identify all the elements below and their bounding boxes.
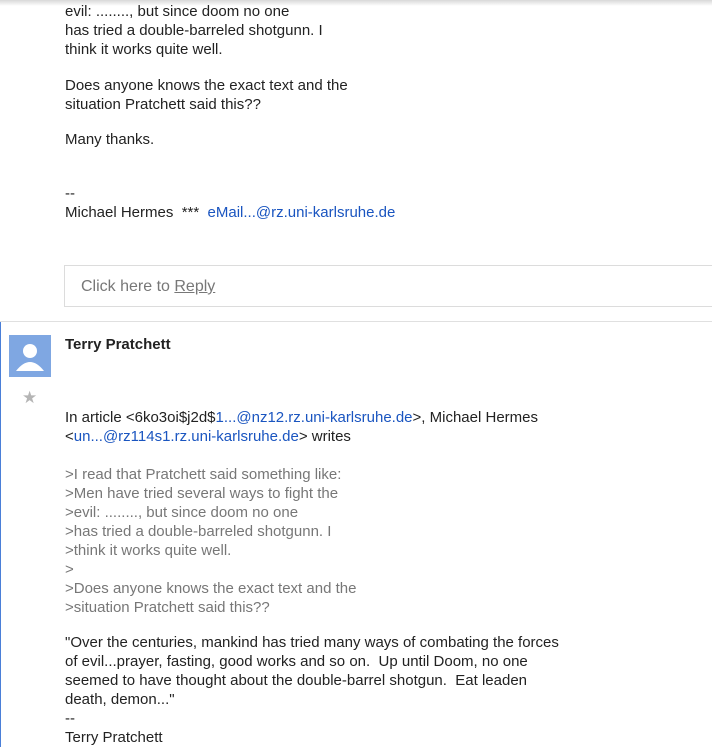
attribution-text: >, Michael Hermes [412,409,538,426]
person-avatar-graphic [16,344,44,371]
body-line: has tried a double-barreled shotgunn. I [65,22,323,39]
body-line: situation Pratchett said this?? [65,96,261,113]
quoted-line: >Does anyone knows the exact text and th… [65,580,357,597]
attribution-text: < [65,428,74,445]
signature-line: Michael Hermes *** eMail...@rz.uni-karls… [65,203,395,222]
body-line: death, demon..." [65,691,175,708]
signature-name: Michael Hermes *** [65,204,208,221]
author-email-link[interactable]: un...@rz114s1.rz.uni-karlsruhe.de [74,428,299,445]
star-icon[interactable]: ★ [22,388,37,408]
quoted-line: >I read that Pratchett said something li… [65,466,342,483]
body-line: evil: ........, but since doom no one [65,3,290,20]
quoted-line: > [65,561,74,578]
body-line: Does anyone knows the exact text and the [65,77,348,94]
attribution-text: In article <6ko3oi$j2d$ [65,409,216,426]
signature-email-link[interactable]: eMail...@rz.uni-karlsruhe.de [208,204,396,221]
quoted-line: >has tried a double-barreled shotgunn. I [65,523,332,540]
quoted-line: >evil: ........, but since doom no one [65,504,299,521]
quoted-line: >think it works quite well. [65,542,232,559]
quoted-line: >Men have tried several ways to fight th… [65,485,339,502]
message-divider [0,321,712,322]
reply-link[interactable]: Reply [174,278,215,295]
message-author: Terry Pratchett [65,336,171,353]
quoted-line: >situation Pratchett said this?? [65,599,270,616]
body-line: "Over the centuries, mankind has tried m… [65,634,559,651]
reply-prefix: Click here to [81,278,175,295]
body-line: of evil...prayer, fasting, good works an… [65,653,528,670]
message-id-link[interactable]: 1...@nz12.rz.uni-karlsruhe.de [216,409,413,426]
signature-dash: -- [65,185,75,202]
person-avatar-icon [9,335,51,377]
attribution-text: > writes [298,428,351,445]
body-line: Many thanks. [65,131,155,148]
attribution-line: <un...@rz114s1.rz.uni-karlsruhe.de> writ… [65,427,351,446]
signature-dash: -- [65,710,75,727]
reply-box[interactable]: Click here to Reply [64,265,712,307]
body-line: think it works quite well. [65,41,223,58]
thread-indicator-bar [0,322,1,747]
body-line: seemed to have thought about the double-… [65,672,528,689]
reply-prompt: Click here to Reply [81,278,215,296]
signature-name: Terry Pratchett [65,729,163,746]
attribution-line: In article <6ko3oi$j2d$1...@nz12.rz.uni-… [65,408,538,427]
